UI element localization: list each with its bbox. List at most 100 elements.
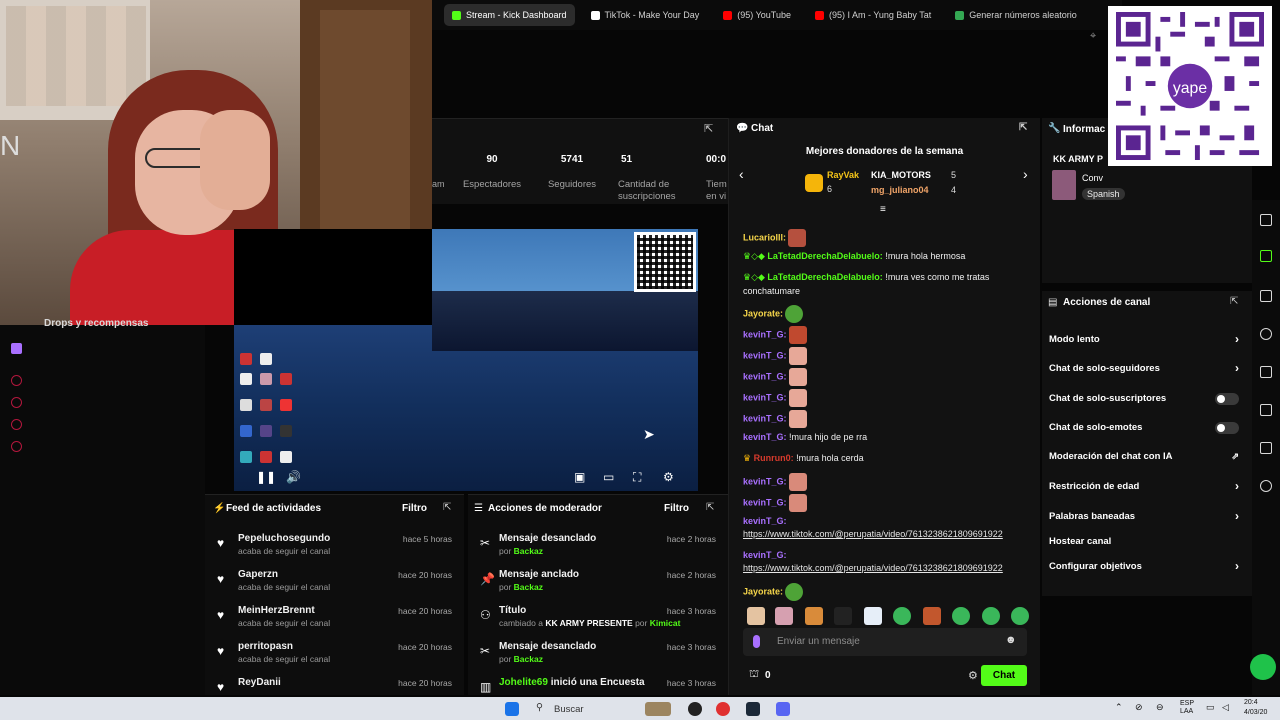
- chat-user[interactable]: Runrun0:: [754, 453, 794, 463]
- category-name[interactable]: Conv: [1082, 173, 1103, 183]
- windows-start-icon[interactable]: [505, 702, 519, 716]
- chat-icon[interactable]: [1260, 328, 1272, 340]
- tab-kick-dashboard[interactable]: Stream - Kick Dashboard: [444, 4, 575, 26]
- popout-icon[interactable]: ⇱: [443, 502, 451, 513]
- donor-name[interactable]: RayVak: [827, 170, 859, 180]
- action-slow-mode[interactable]: Modo lento ›: [1049, 332, 1245, 346]
- chat-user[interactable]: kevinT_G:: [743, 432, 787, 442]
- chat-message-input[interactable]: Enviar un mensaje ☻: [743, 628, 1027, 656]
- donor-name[interactable]: KIA_MOTORS: [871, 170, 931, 180]
- list-icon[interactable]: [1260, 404, 1272, 416]
- drops-rewards-label[interactable]: Drops y recompensas: [44, 318, 149, 329]
- feed-user[interactable]: Gaperzn: [238, 569, 278, 580]
- tray-icon[interactable]: ⊖: [1156, 702, 1164, 713]
- chevron-right-icon[interactable]: ›: [1023, 166, 1028, 182]
- theater-icon[interactable]: ▭: [603, 470, 614, 484]
- popout-icon[interactable]: ⇱: [1230, 296, 1238, 307]
- chat-user[interactable]: LaTetadDerechaDelabuelo:: [767, 272, 882, 282]
- emote-quick[interactable]: [923, 607, 941, 625]
- tab-youtube[interactable]: (95) YouTube: [715, 4, 799, 26]
- action-followers-only[interactable]: Chat de solo-seguidores ›: [1049, 361, 1245, 375]
- donor-name[interactable]: mg_juliano04: [871, 185, 929, 195]
- emote-quick[interactable]: [834, 607, 852, 625]
- stream-preview-player[interactable]: ➤ ❚❚ 🔊 ▣ ▭ ⛶ ⚙: [234, 229, 698, 491]
- clock-date[interactable]: 4/03/20: [1244, 709, 1280, 716]
- mod-user[interactable]: Kimicat: [650, 618, 681, 628]
- mod-user[interactable]: Backaz: [514, 582, 543, 592]
- chat-link[interactable]: https://www.tiktok.com/@perupatia/video/…: [743, 562, 1003, 574]
- chat-settings-icon[interactable]: ⚙: [968, 669, 978, 682]
- action-subs-only[interactable]: Chat de solo-suscriptores: [1049, 393, 1245, 405]
- input-language[interactable]: ESP LAA: [1180, 700, 1194, 716]
- chat-user[interactable]: Jayorate:: [743, 586, 783, 596]
- action-ai-moderation[interactable]: Moderación del chat con IA ⇗: [1049, 451, 1245, 462]
- obs-icon[interactable]: [688, 702, 702, 716]
- twitch-icon[interactable]: [11, 343, 22, 354]
- emote-quick[interactable]: [982, 607, 1000, 625]
- discord-icon[interactable]: [776, 702, 790, 716]
- emote-quick[interactable]: [747, 607, 765, 625]
- action-set-goals[interactable]: Configurar objetivos ›: [1049, 559, 1245, 573]
- mod-user[interactable]: Backaz: [514, 654, 543, 664]
- send-chat-button[interactable]: Chat: [981, 665, 1027, 686]
- wrench-icon[interactable]: [1260, 442, 1272, 454]
- mod-user[interactable]: Johelite69: [499, 677, 548, 688]
- popout-icon[interactable]: ⇱: [1019, 122, 1027, 133]
- floating-chat-button[interactable]: [1250, 654, 1276, 680]
- emotes-only-toggle[interactable]: [1215, 422, 1239, 434]
- settings-icon[interactable]: [11, 441, 22, 452]
- chevron-left-icon[interactable]: ‹: [739, 166, 744, 182]
- broadcast-icon[interactable]: [1260, 366, 1272, 378]
- chat-link[interactable]: https://www.tiktok.com/@perupatia/video/…: [743, 528, 1003, 540]
- document-icon[interactable]: [1260, 290, 1272, 302]
- filter-button[interactable]: Filtro: [402, 503, 427, 514]
- camera-icon[interactable]: [1260, 214, 1272, 226]
- coin-icon[interactable]: [11, 419, 22, 430]
- action-banned-words[interactable]: Palabras baneadas ›: [1049, 509, 1245, 523]
- emote-quick[interactable]: [893, 607, 911, 625]
- subs-only-toggle[interactable]: [1215, 393, 1239, 405]
- record-icon[interactable]: [11, 375, 22, 386]
- chevron-up-icon[interactable]: ⌃: [1115, 702, 1123, 713]
- steam-icon[interactable]: [746, 702, 760, 716]
- action-host-channel[interactable]: Hostear canal: [1049, 536, 1245, 547]
- bolt-icon[interactable]: [1260, 250, 1272, 262]
- chat-user[interactable]: Lucariolll:: [743, 232, 786, 242]
- emote-quick[interactable]: [775, 607, 793, 625]
- chat-user[interactable]: kevinT_G:: [743, 413, 787, 423]
- emoji-picker-icon[interactable]: ☻: [1005, 634, 1017, 646]
- feed-user[interactable]: Pepeluchosegundo: [238, 533, 330, 544]
- chat-user[interactable]: kevinT_G:: [743, 350, 787, 360]
- settings-gear-icon[interactable]: ⚙: [663, 470, 674, 484]
- mod-user[interactable]: Backaz: [514, 546, 543, 556]
- chat-user[interactable]: Jayorate:: [743, 308, 783, 318]
- pause-icon[interactable]: ❚❚: [256, 470, 276, 484]
- popout-icon[interactable]: ⇱: [706, 502, 714, 513]
- emote-quick[interactable]: [864, 607, 882, 625]
- tab-tiktok[interactable]: TikTok - Make Your Day: [583, 4, 708, 26]
- clock-icon[interactable]: [11, 397, 22, 408]
- feed-user[interactable]: MeinHerzBrennt: [238, 605, 315, 616]
- share-icon[interactable]: [1260, 480, 1272, 492]
- action-emotes-only[interactable]: Chat de solo-emotes: [1049, 422, 1245, 434]
- chat-user[interactable]: kevinT_G:: [743, 516, 787, 526]
- emote-quick[interactable]: [952, 607, 970, 625]
- volume-icon[interactable]: ◁: [1222, 702, 1229, 713]
- emote-quick[interactable]: [1011, 607, 1029, 625]
- tab-random-numbers[interactable]: Generar números aleatorio: [947, 4, 1085, 26]
- pip-icon[interactable]: ▣: [574, 470, 585, 484]
- tray-icon[interactable]: ⊘: [1135, 702, 1143, 713]
- chat-user[interactable]: LaTetadDerechaDelabuelo:: [767, 251, 882, 261]
- volume-icon[interactable]: 🔊: [286, 470, 301, 484]
- feed-user[interactable]: perritopasn: [238, 641, 293, 652]
- chat-user[interactable]: kevinT_G:: [743, 392, 787, 402]
- emote-quick[interactable]: [805, 607, 823, 625]
- widgets-icon[interactable]: [645, 702, 671, 716]
- chat-user[interactable]: kevinT_G:: [743, 476, 787, 486]
- action-age-restriction[interactable]: Restricción de edad ›: [1049, 479, 1245, 493]
- clock-time[interactable]: 20:4: [1244, 699, 1280, 706]
- opera-icon[interactable]: [716, 702, 730, 716]
- pin-icon[interactable]: ⌖: [1090, 30, 1096, 43]
- chat-user[interactable]: kevinT_G:: [743, 329, 787, 339]
- mic-icon[interactable]: [753, 635, 760, 648]
